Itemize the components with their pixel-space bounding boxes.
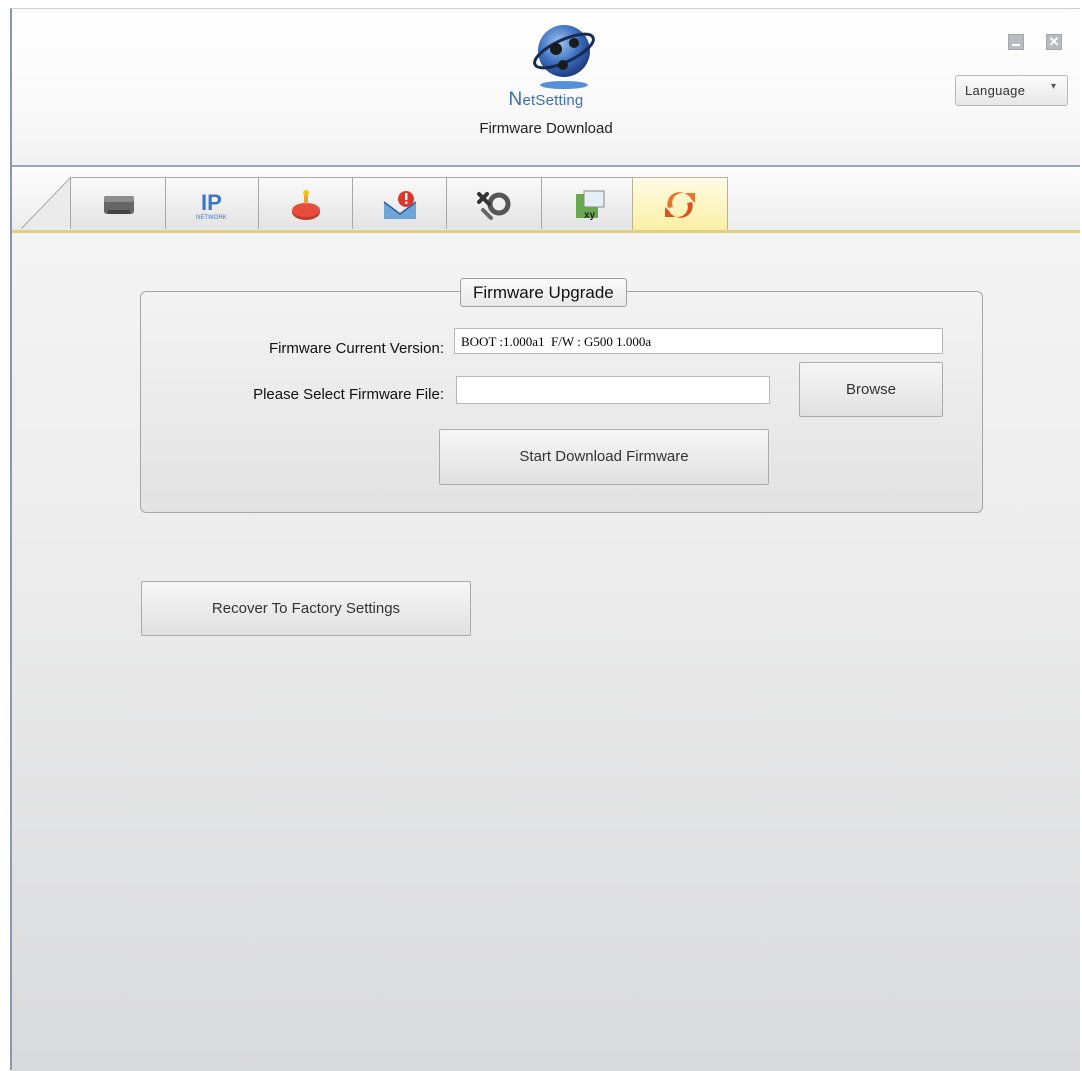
recover-factory-button[interactable]: Recover To Factory Settings [141,581,471,636]
ip-network-icon: IP NETWORK [196,190,227,221]
chevron-down-icon: ▾ [1051,81,1057,92]
header: NetSetting Firmware Download ✕ Language … [12,9,1080,167]
printer-icon [104,196,134,214]
logo-initial: N [508,89,523,110]
tab-printer[interactable] [70,177,168,229]
app-logo-text: NetSetting [12,89,1080,111]
firmware-upgrade-group: Firmware Current Version: BOOT :1.000a1 … [140,291,983,513]
group-title: Firmware Upgrade [460,278,627,307]
network-glyph: NETWORK [196,215,227,221]
tab-tools[interactable] [446,177,542,229]
netsetting-globe-icon [533,25,595,89]
minimize-button[interactable] [1008,34,1024,50]
xy-glyph: xy [584,210,596,221]
tab-ip-network[interactable]: IP NETWORK [165,177,261,229]
language-label: Language [965,83,1026,98]
select-file-label: Please Select Firmware File: [253,386,444,403]
current-version-field: BOOT :1.000a1 F/W : G500 1.000a [454,328,943,354]
page-title: Firmware Download [479,120,613,137]
tab-config[interactable]: xy [541,177,637,229]
close-button[interactable]: ✕ [1046,34,1062,50]
logo-rest: etSetting [522,92,584,109]
app-window: NetSetting Firmware Download ✕ Language … [10,8,1080,1071]
ip-glyph: IP [201,190,222,215]
tab-bar: IP NETWORK xy [12,167,1080,233]
browse-button[interactable]: Browse [799,362,943,417]
firmware-file-input[interactable] [456,376,770,404]
tools-icon [477,192,511,220]
language-dropdown[interactable]: Language ▾ [955,75,1068,106]
tab-email-alert[interactable] [352,177,448,229]
refresh-icon [665,192,695,218]
tab-firmware[interactable] [632,177,728,233]
email-alert-icon [383,191,417,219]
start-download-button[interactable]: Start Download Firmware [439,429,769,485]
config-xy-icon: xy [576,190,605,221]
current-version-label: Firmware Current Version: [268,340,444,357]
alarm-light-icon [292,190,320,220]
tab-alarm[interactable] [258,177,354,229]
main-content: Firmware Current Version: BOOT :1.000a1 … [12,233,1080,1071]
